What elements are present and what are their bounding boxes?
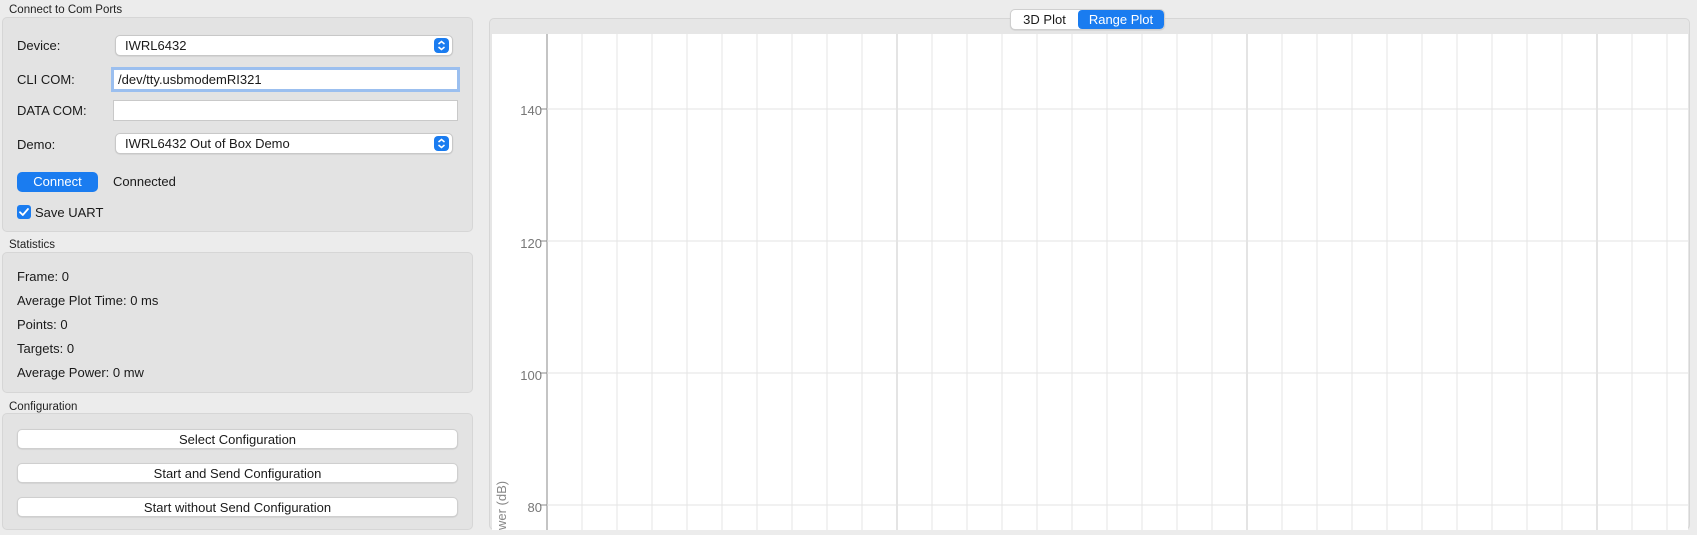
tab-range-plot[interactable]: Range Plot (1078, 10, 1164, 29)
stat-average-power: Average Power: 0 mw (17, 365, 144, 380)
device-select-value: IWRL6432 (125, 38, 187, 53)
checkmark-icon (19, 208, 29, 216)
device-label: Device: (17, 38, 61, 53)
y-axis-label: wer (dB) (494, 480, 509, 530)
tab-3d-plot[interactable]: 3D Plot (1011, 10, 1078, 29)
device-select[interactable]: IWRL6432 (115, 35, 453, 56)
data-com-label: DATA COM: (17, 103, 87, 118)
demo-label: Demo: (17, 137, 56, 152)
y-tick-label: 120 (520, 236, 542, 251)
select-arrows-icon (434, 136, 449, 151)
statistics-title: Statistics (9, 239, 56, 251)
configuration-title: Configuration (9, 401, 78, 413)
y-tick-label: 100 (520, 368, 542, 383)
range-plot[interactable] (492, 34, 1688, 530)
save-uart-checkbox[interactable] (17, 205, 31, 219)
start-without-send-configuration-button[interactable]: Start without Send Configuration (17, 497, 458, 517)
range-plot-canvas (541, 34, 1688, 530)
demo-select[interactable]: IWRL6432 Out of Box Demo (115, 133, 453, 154)
cli-com-input[interactable]: /dev/tty.usbmodemRI321 (111, 67, 460, 92)
cli-com-label: CLI COM: (17, 72, 75, 87)
y-tick-label: 140 (520, 103, 542, 118)
stat-frame: Frame: 0 (17, 269, 70, 284)
stat-average-plot-time: Average Plot Time: 0 ms (17, 293, 159, 308)
save-uart-label: Save UART (35, 205, 104, 220)
connect-group-title: Connect to Com Ports (9, 4, 123, 16)
stat-points: Points: 0 (17, 317, 68, 332)
stat-targets: Targets: 0 (17, 341, 75, 356)
data-com-input[interactable] (113, 100, 458, 121)
connect-button[interactable]: Connect (17, 172, 98, 192)
plot-tab-bar: 3D Plot Range Plot (1010, 9, 1165, 30)
demo-select-value: IWRL6432 Out of Box Demo (125, 136, 290, 151)
select-arrows-icon (434, 38, 449, 53)
select-configuration-button[interactable]: Select Configuration (17, 429, 458, 449)
start-send-configuration-button[interactable]: Start and Send Configuration (17, 463, 458, 483)
connection-status: Connected (113, 174, 176, 189)
